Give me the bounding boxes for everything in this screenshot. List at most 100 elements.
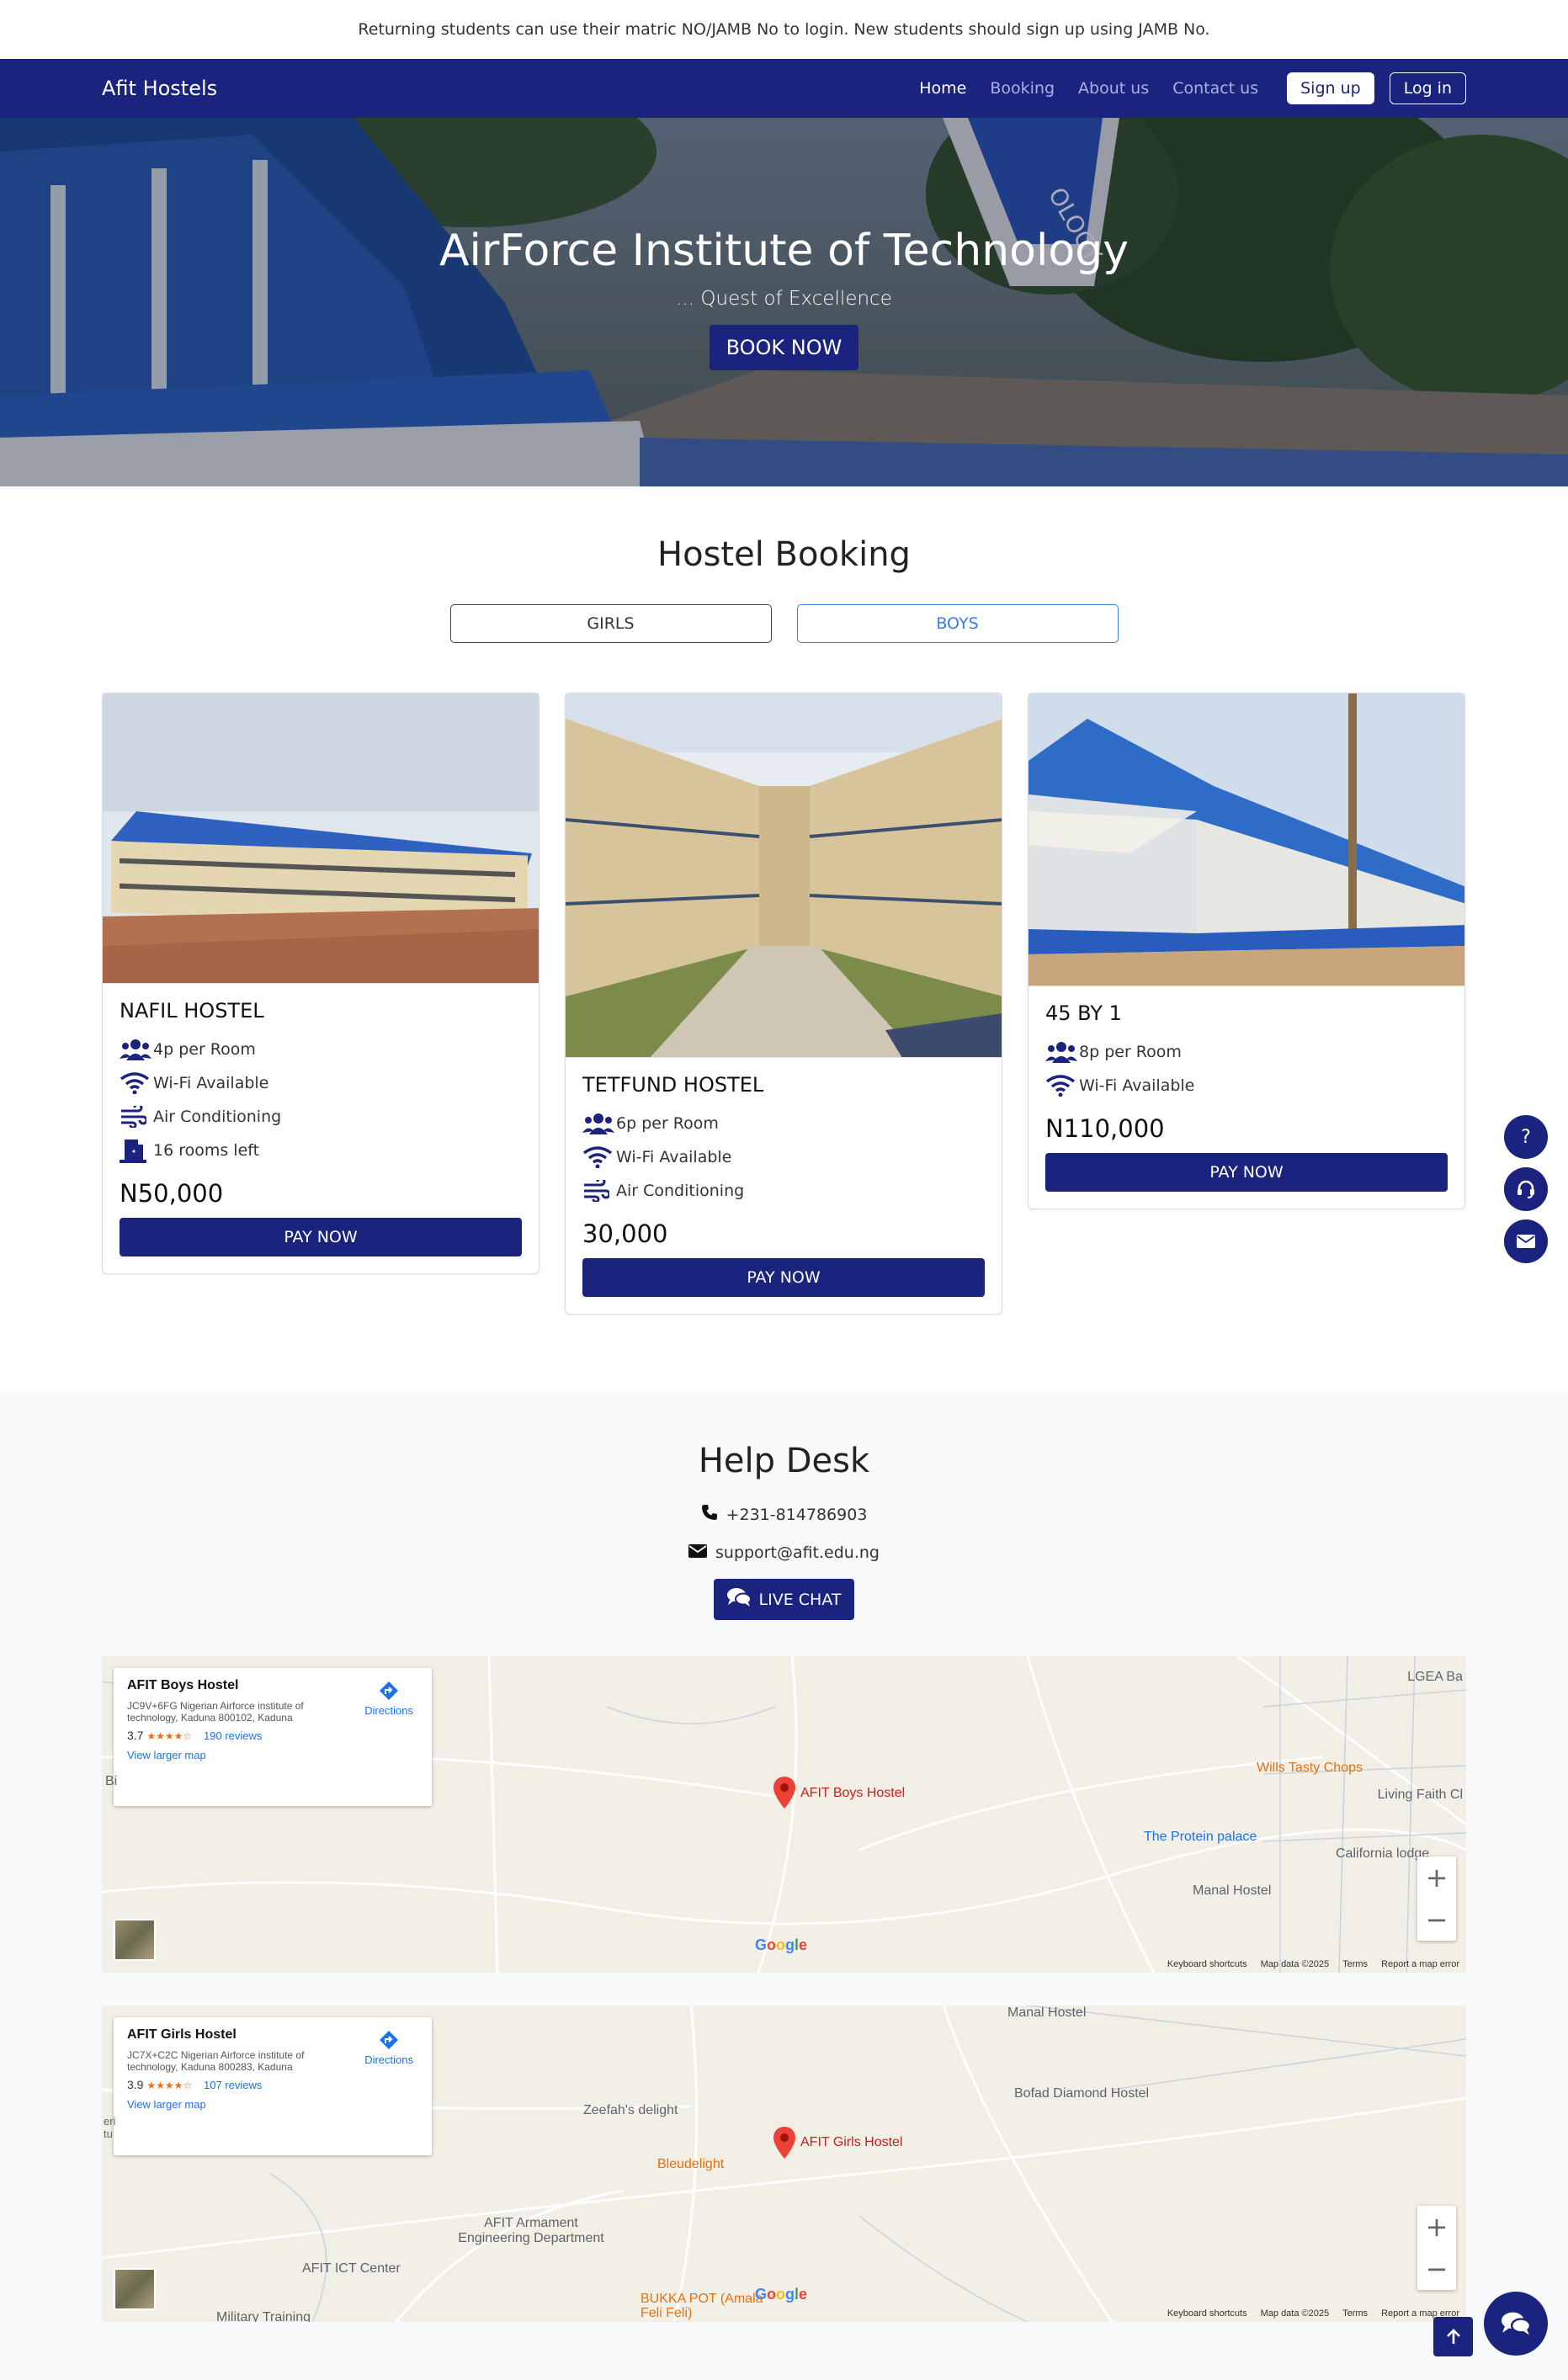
map-data-text: Map data ©2025 [1260, 2308, 1330, 2319]
feature-text: Air Conditioning [616, 1182, 745, 1200]
users-icon [1045, 1041, 1079, 1063]
feature-text: 8p per Room [1079, 1043, 1182, 1061]
nav-home[interactable]: Home [919, 79, 966, 98]
hostel-card-nafil: NAFIL HOSTEL 4p per Room Wi-Fi Available… [102, 693, 539, 1274]
map-pin-icon[interactable] [773, 2127, 795, 2159]
map-pin-icon[interactable] [773, 1777, 795, 1809]
place-address: JC9V+6FG Nigerian Airforce institute of … [127, 1700, 304, 1724]
hostel-image-45by1 [1029, 693, 1464, 986]
feature-text: 4p per Room [153, 1040, 256, 1059]
nav-contact[interactable]: Contact us [1172, 79, 1258, 98]
map-label-bleudelight: Bleudelight [657, 2157, 725, 2171]
feature-text: Air Conditioning [153, 1108, 282, 1126]
google-logo: Google [755, 1936, 808, 1953]
girls-hostel-map[interactable]: AFIT Girls Hostel JC7X+C2C Nigerian Airf… [102, 2005, 1466, 2322]
phone-icon [701, 1504, 718, 1525]
login-notice: Returning students can use their matric … [0, 0, 1568, 59]
gender-toggle: GIRLS BOYS [0, 604, 1568, 643]
card-body: TETFUND HOSTEL 6p per Room Wi-Fi Availab… [566, 1058, 1002, 1314]
nav-about[interactable]: About us [1078, 79, 1149, 98]
helpdesk-phone: +231-814786903 [0, 1504, 1568, 1525]
support-headset-button[interactable] [1504, 1167, 1548, 1211]
reviews-link[interactable]: 190 reviews [204, 1729, 262, 1742]
satellite-toggle[interactable] [114, 1919, 156, 1961]
zoom-out-button[interactable]: − [1417, 1899, 1456, 1941]
map-info-card: AFIT Boys Hostel JC9V+6FG Nigerian Airfo… [114, 1668, 432, 1806]
navbar: Afit Hostels Home Booking About us Conta… [0, 59, 1568, 118]
directions-label: Directions [364, 1704, 413, 1717]
terms-link[interactable]: Terms [1342, 2308, 1368, 2319]
login-button[interactable]: Log in [1389, 72, 1466, 104]
feature-text: 16 rooms left [153, 1141, 260, 1160]
map-label-lgea: LGEA Ba [1407, 1670, 1463, 1684]
place-rating: 3.7 ★★★★☆ 190 reviews [127, 1729, 418, 1742]
pay-now-button[interactable]: PAY NOW [120, 1218, 522, 1256]
email-contact-button[interactable] [1504, 1219, 1548, 1263]
rating-stars-icon: ★★★★☆ [146, 1730, 193, 1742]
zoom-in-button[interactable]: + [1417, 1857, 1456, 1899]
boys-toggle-button[interactable]: BOYS [796, 604, 1119, 643]
wind-icon [120, 1106, 153, 1128]
book-now-button[interactable]: BOOK NOW [709, 325, 859, 370]
map-pin-label: AFIT Girls Hostel [800, 2135, 903, 2149]
phone-number[interactable]: +231-814786903 [726, 1506, 868, 1524]
pay-now-button[interactable]: PAY NOW [1045, 1153, 1448, 1192]
view-larger-map-link[interactable]: View larger map [127, 1749, 418, 1761]
map-label-manal: Manal Hostel [1193, 1883, 1272, 1898]
zoom-in-button[interactable]: + [1417, 2206, 1456, 2248]
reviews-link[interactable]: 107 reviews [204, 2079, 262, 2091]
wifi-icon [582, 1146, 616, 1168]
door-icon [120, 1138, 153, 1163]
support-email[interactable]: support@afit.edu.ng [715, 1543, 880, 1562]
feature-text: 6p per Room [616, 1114, 719, 1133]
hostel-booking-section: Hostel Booking GIRLS BOYS NAFIL HOSTEL 4… [0, 486, 1568, 1391]
card-body: 45 BY 1 8p per Room Wi-Fi Available N110… [1029, 986, 1464, 1209]
zoom-controls: + − [1417, 1857, 1456, 1941]
map-label-california: California lodge [1336, 1846, 1430, 1861]
directions-button[interactable]: Directions [364, 1680, 413, 1717]
map-label-manal: Manal Hostel [1007, 2005, 1087, 2020]
report-error-link[interactable]: Report a map error [1381, 1959, 1459, 1969]
live-chat-button[interactable]: LIVE CHAT [713, 1579, 855, 1620]
hostel-image-nafil [103, 693, 539, 984]
keyboard-shortcuts-link[interactable]: Keyboard shortcuts [1167, 2308, 1247, 2319]
map-pin-label: AFIT Boys Hostel [800, 1786, 906, 1800]
hostel-image-tetfund [566, 693, 1002, 1058]
brand-logo[interactable]: Afit Hostels [102, 77, 217, 100]
map-label-ict: AFIT ICT Center [302, 2261, 401, 2276]
nav-links: Home Booking About us Contact us Sign up… [919, 72, 1466, 104]
satellite-toggle[interactable] [114, 2268, 156, 2310]
nav-booking[interactable]: Booking [990, 79, 1055, 98]
feature-room-capacity: 8p per Room [1045, 1035, 1448, 1069]
place-rating: 3.9 ★★★★☆ 107 reviews [127, 2078, 418, 2091]
feature-text: Wi-Fi Available [616, 1148, 732, 1166]
hostel-card-tetfund: TETFUND HOSTEL 6p per Room Wi-Fi Availab… [565, 693, 1002, 1315]
feature-wifi: Wi-Fi Available [120, 1066, 522, 1100]
hostel-name: NAFIL HOSTEL [120, 999, 264, 1023]
hostel-price: N110,000 [1045, 1114, 1165, 1143]
card-body: NAFIL HOSTEL 4p per Room Wi-Fi Available… [103, 984, 539, 1273]
map-info-card: AFIT Girls Hostel JC7X+C2C Nigerian Airf… [114, 2017, 432, 2155]
arrow-up-icon [1446, 2328, 1460, 2344]
scroll-to-top-button[interactable] [1433, 2317, 1473, 2356]
help-desk-section: Help Desk +231-814786903 support@afit.ed… [0, 1391, 1568, 2380]
view-larger-map-link[interactable]: View larger map [127, 2098, 418, 2111]
keyboard-shortcuts-link[interactable]: Keyboard shortcuts [1167, 1959, 1247, 1969]
zoom-out-button[interactable]: − [1417, 2248, 1456, 2290]
help-question-button[interactable]: ? [1504, 1115, 1548, 1159]
chat-widget-button[interactable] [1484, 2292, 1548, 2356]
feature-wifi: Wi-Fi Available [582, 1140, 985, 1174]
feature-ac: Air Conditioning [582, 1174, 985, 1208]
rating-stars-icon: ★★★★☆ [146, 2080, 193, 2091]
pay-now-button[interactable]: PAY NOW [582, 1258, 985, 1297]
terms-link[interactable]: Terms [1342, 1959, 1368, 1969]
girls-toggle-button[interactable]: GIRLS [449, 604, 772, 643]
place-address: JC7X+C2C Nigerian Airforce institute of … [127, 2049, 305, 2073]
signup-button[interactable]: Sign up [1287, 72, 1374, 104]
headset-icon [1518, 1180, 1534, 1198]
live-chat-label: LIVE CHAT [758, 1590, 842, 1609]
boys-hostel-map[interactable]: AFIT Boys Hostel JC9V+6FG Nigerian Airfo… [102, 1656, 1466, 1973]
directions-button[interactable]: Directions [364, 2029, 413, 2066]
directions-icon [380, 2031, 399, 2049]
map-label-protein: The Protein palace [1144, 1830, 1257, 1844]
